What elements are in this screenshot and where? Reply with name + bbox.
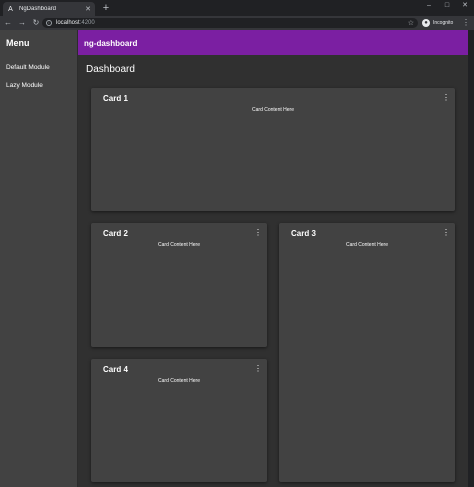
url-port: :4200 <box>79 20 95 26</box>
card-title: Card 4 <box>103 365 128 374</box>
sidebar-item-default-module[interactable]: Default Module <box>0 56 77 74</box>
url-host: localhost <box>56 20 80 26</box>
kebab-icon[interactable]: ⋮ <box>462 18 470 28</box>
forward-arrow-icon[interactable]: → <box>16 17 28 29</box>
browser-tab[interactable]: A NgDashboard ✕ <box>3 2 95 16</box>
browser-tab-title: NgDashboard <box>19 6 57 12</box>
browser-tabstrip: A NgDashboard ✕ + – □ ✕ <box>0 0 474 16</box>
card-4: Card 4 ⋮ Card Content Here <box>91 359 267 482</box>
card-3: Card 3 ⋮ Card Content Here <box>279 223 455 482</box>
angular-icon: A <box>8 5 13 13</box>
window-edge <box>468 30 474 487</box>
more-vert-icon[interactable]: ⋮ <box>442 228 450 238</box>
card-title: Card 2 <box>103 229 128 238</box>
card-1: Card 1 ⋮ Card Content Here <box>91 88 455 211</box>
card-2: Card 2 ⋮ Card Content Here <box>91 223 267 347</box>
card-title: Card 3 <box>291 229 316 238</box>
new-tab-button[interactable]: + <box>100 2 112 14</box>
info-icon[interactable]: i <box>46 20 52 26</box>
reload-icon[interactable]: ↻ <box>30 17 42 29</box>
star-icon[interactable]: ☆ <box>408 19 414 27</box>
card-title: Card 1 <box>103 94 128 103</box>
sidebar-title: Menu <box>6 38 30 48</box>
card-content: Card Content Here <box>252 107 294 113</box>
browser-toolbar: ← → ↻ i localhost:4200 ☆ ● Incognito ⋮ <box>0 16 474 30</box>
minimize-icon[interactable]: – <box>422 1 436 11</box>
maximize-icon[interactable]: □ <box>440 1 454 11</box>
card-content: Card Content Here <box>346 242 388 248</box>
back-arrow-icon[interactable]: ← <box>2 17 14 29</box>
address-bar[interactable]: i localhost:4200 ☆ <box>42 18 418 28</box>
profile-label: Incognito <box>433 20 454 26</box>
sidebar: Menu Default Module Lazy Module <box>0 30 78 487</box>
more-vert-icon[interactable]: ⋮ <box>254 364 262 374</box>
window-close-icon[interactable]: ✕ <box>458 1 472 11</box>
app-toolbar: ng-dashboard <box>78 30 468 55</box>
sidebar-item-lazy-module[interactable]: Lazy Module <box>0 74 77 92</box>
page-title: Dashboard <box>86 64 135 75</box>
main-content: Dashboard Card 1 ⋮ Card Content Here Car… <box>78 55 468 487</box>
card-content: Card Content Here <box>158 378 200 384</box>
card-content: Card Content Here <box>158 242 200 248</box>
close-icon[interactable]: ✕ <box>85 5 91 13</box>
more-vert-icon[interactable]: ⋮ <box>442 93 450 103</box>
incognito-icon: ● <box>422 19 430 27</box>
profile-button[interactable]: ● Incognito <box>422 18 453 28</box>
more-vert-icon[interactable]: ⋮ <box>254 228 262 238</box>
